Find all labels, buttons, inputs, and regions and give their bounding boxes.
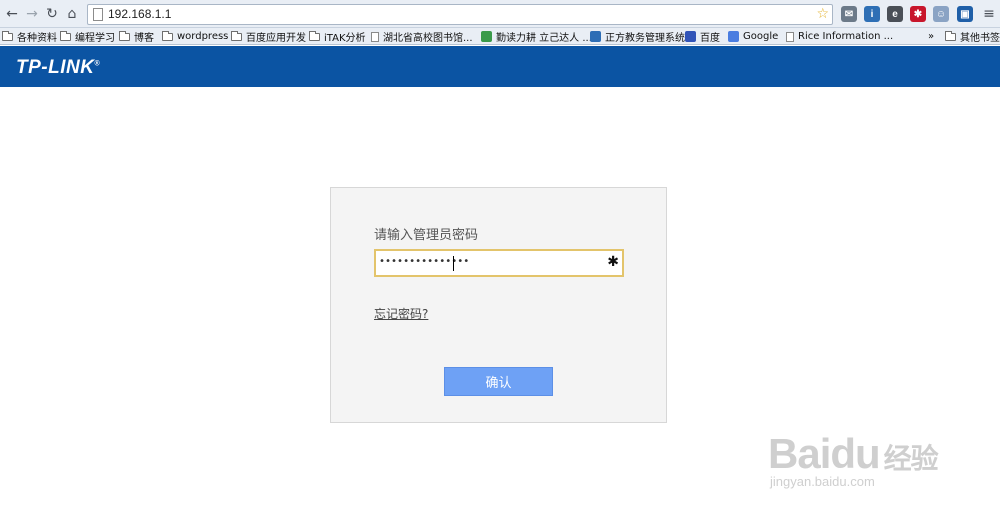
bookmark-label: 各种资料	[17, 33, 57, 44]
folder-icon	[231, 30, 242, 41]
folder-icon	[945, 30, 956, 41]
bookmark-label: iTAK分析	[324, 33, 366, 44]
bookmark-item[interactable]: Google	[728, 29, 778, 44]
bookmark-label: 百度应用开发	[246, 33, 306, 44]
bookmarks-overflow-icon[interactable]: »	[928, 29, 934, 44]
bookmark-label: 博客	[134, 33, 154, 44]
folder-icon	[162, 30, 173, 41]
bookmark-item[interactable]: wordpress	[162, 29, 228, 44]
back-icon[interactable]: ←	[3, 5, 21, 23]
bookmark-label: 编程学习	[75, 33, 115, 44]
folder-icon	[309, 30, 320, 41]
bookmark-label: 其他书签	[960, 33, 1000, 44]
ipa-icon[interactable]: i	[864, 6, 880, 22]
brand-header: TP-LINK®	[0, 46, 1000, 87]
bookmark-item[interactable]: 百度	[685, 29, 720, 44]
bookmark-label: wordpress	[177, 31, 229, 42]
forward-icon[interactable]: →	[23, 5, 41, 23]
password-value: •••••••••••••••	[379, 256, 470, 267]
chat-icon[interactable]: ☺	[933, 6, 949, 22]
page-icon	[786, 31, 794, 42]
bookmark-label: Rice Information ...	[798, 31, 894, 42]
bookmark-item[interactable]: 正方教务管理系统	[590, 29, 685, 44]
baidu-watermark: Baidu 经验 jingyan.baidu.com	[768, 430, 939, 489]
evernote-icon[interactable]: e	[887, 6, 903, 22]
favicon-icon	[590, 31, 601, 42]
login-panel: 请输入管理员密码 ••••••••••••••• ✱ 忘记密码? 确认	[330, 187, 667, 423]
forgot-password-link[interactable]: 忘记密码?	[374, 305, 428, 322]
bookmark-item[interactable]: 博客	[119, 29, 154, 44]
favicon-icon	[728, 31, 739, 42]
bookmark-item[interactable]: iTAK分析	[309, 29, 366, 44]
bookmark-label: 正方教务管理系统	[605, 33, 685, 44]
bookmark-item[interactable]: 百度应用开发	[231, 29, 306, 44]
address-url[interactable]: 192.168.1.1	[108, 7, 171, 21]
folder-icon	[2, 30, 13, 41]
favicon-icon	[685, 31, 696, 42]
red-extension-icon[interactable]: ✱	[910, 6, 926, 22]
home-icon[interactable]: ⌂	[63, 5, 81, 23]
bookmark-item[interactable]: 其他书签	[945, 29, 1000, 44]
folder-icon	[119, 30, 130, 41]
page-icon	[93, 8, 103, 21]
password-key-icon: ✱	[607, 254, 619, 270]
bookmark-star-icon[interactable]: ☆	[816, 6, 829, 22]
bookmark-label: 湖北省高校图书馆...	[383, 33, 473, 44]
menu-icon[interactable]: ≡	[980, 5, 998, 23]
favicon-icon	[481, 31, 492, 42]
bookmark-label: Google	[743, 31, 779, 42]
bookmark-item[interactable]: 湖北省高校图书馆...	[371, 29, 473, 44]
password-field[interactable]: ••••••••••••••• ✱	[374, 249, 624, 277]
confirm-button[interactable]: 确认	[444, 367, 553, 396]
blue-extension-icon[interactable]: ▣	[957, 6, 973, 22]
bookmark-label: 百度	[700, 33, 720, 44]
mail-icon[interactable]: ✉	[841, 6, 857, 22]
tplink-logo: TP-LINK®	[16, 57, 101, 78]
reload-icon[interactable]: ↻	[43, 5, 61, 23]
bookmark-item[interactable]: 勤读力耕 立己达人 ...	[481, 29, 592, 44]
bookmark-item[interactable]: 编程学习	[60, 29, 115, 44]
bookmark-item[interactable]: 各种资料	[2, 29, 57, 44]
bookmark-label: 勤读力耕 立己达人 ...	[496, 33, 592, 44]
address-bar[interactable]: 192.168.1.1 ☆	[87, 4, 833, 25]
page-icon	[371, 31, 379, 42]
bookmarks-bar: 各种资料 编程学习 博客 wordpress 百度应用开发 iTAK分析 湖北省高校图书馆.…	[0, 28, 1000, 45]
folder-icon	[60, 30, 71, 41]
text-cursor	[453, 256, 454, 271]
browser-toolbar: ← → ↻ ⌂ 192.168.1.1 ☆ ✉ i e ✱ ☺ ▣ ≡	[0, 0, 1000, 28]
bookmark-item[interactable]: Rice Information ...	[786, 29, 893, 44]
password-prompt: 请输入管理员密码	[374, 228, 479, 243]
